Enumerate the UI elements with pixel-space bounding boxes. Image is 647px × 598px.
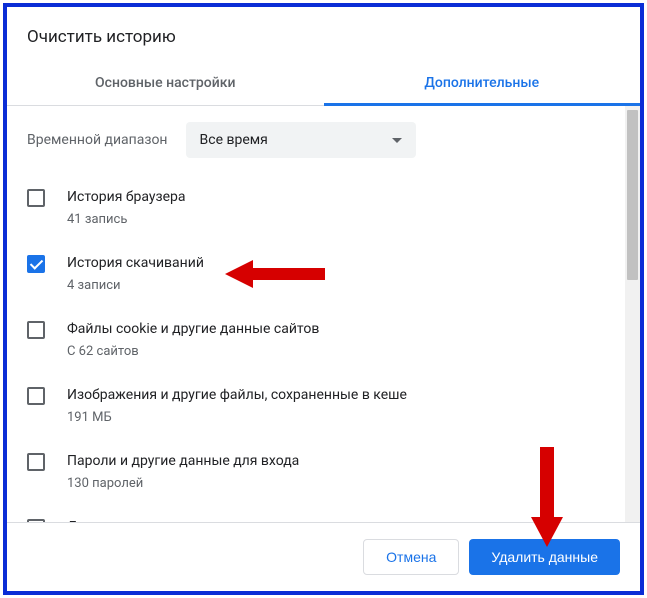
tab-advanced-label: Дополнительные [424,75,539,91]
checkbox-passwords[interactable] [27,453,45,471]
delete-data-button-label: Удалить данные [491,549,598,565]
checkbox-list: История браузера 41 запись История скачи… [7,164,625,522]
item-title: Данные для автозаполнения [67,517,605,522]
cancel-button-label: Отмена [386,549,436,565]
time-range-value: Все время [200,132,268,148]
item-text: История браузера 41 запись [67,187,605,227]
checkbox-download-history[interactable] [27,255,45,273]
list-item: История браузера 41 запись [27,174,605,240]
item-sub: 4 записи [67,278,605,293]
list-item: Изображения и другие файлы, сохраненные … [27,372,605,438]
dialog-title: Очистить историю [7,7,640,61]
dialog-footer: Отмена Удалить данные [7,522,640,591]
checkbox-autofill[interactable] [27,519,45,522]
item-sub: 130 паролей [67,476,605,491]
dialog-body: Временной диапазон Все время История бра… [7,106,640,522]
time-range-select[interactable]: Все время [186,122,416,158]
item-title: Изображения и другие файлы, сохраненные … [67,385,605,406]
item-text: Изображения и другие файлы, сохраненные … [67,385,605,425]
checkbox-cookies[interactable] [27,321,45,339]
chevron-down-icon [392,138,402,143]
item-title: Пароли и другие данные для входа [67,451,605,472]
item-text: Данные для автозаполнения [67,517,605,522]
tab-advanced[interactable]: Дополнительные [324,61,641,105]
cancel-button[interactable]: Отмена [363,539,459,575]
time-range-label: Временной диапазон [27,132,168,148]
item-title: История скачиваний [67,253,605,274]
scroll-area: Временной диапазон Все время История бра… [7,106,625,522]
tabs: Основные настройки Дополнительные [7,61,640,106]
scrollbar[interactable] [625,106,640,522]
item-title: История браузера [67,187,605,208]
item-sub: 41 запись [67,212,605,227]
item-text: История скачиваний 4 записи [67,253,605,293]
time-range-row: Временной диапазон Все время [7,106,625,164]
item-text: Пароли и другие данные для входа 130 пар… [67,451,605,491]
list-item: Файлы cookie и другие данные сайтов С 62… [27,306,605,372]
list-item: Данные для автозаполнения [27,504,605,522]
checkbox-browser-history[interactable] [27,189,45,207]
tab-basic-label: Основные настройки [95,75,235,91]
checkbox-cache[interactable] [27,387,45,405]
list-item: История скачиваний 4 записи [27,240,605,306]
delete-data-button[interactable]: Удалить данные [469,539,620,575]
item-title: Файлы cookie и другие данные сайтов [67,319,605,340]
list-item: Пароли и другие данные для входа 130 пар… [27,438,605,504]
item-sub: 191 МБ [67,410,605,425]
tab-basic[interactable]: Основные настройки [7,61,324,105]
item-sub: С 62 сайтов [67,344,605,359]
item-text: Файлы cookie и другие данные сайтов С 62… [67,319,605,359]
dialog-frame: Очистить историю Основные настройки Допо… [3,3,644,595]
scrollbar-thumb[interactable] [627,110,638,280]
